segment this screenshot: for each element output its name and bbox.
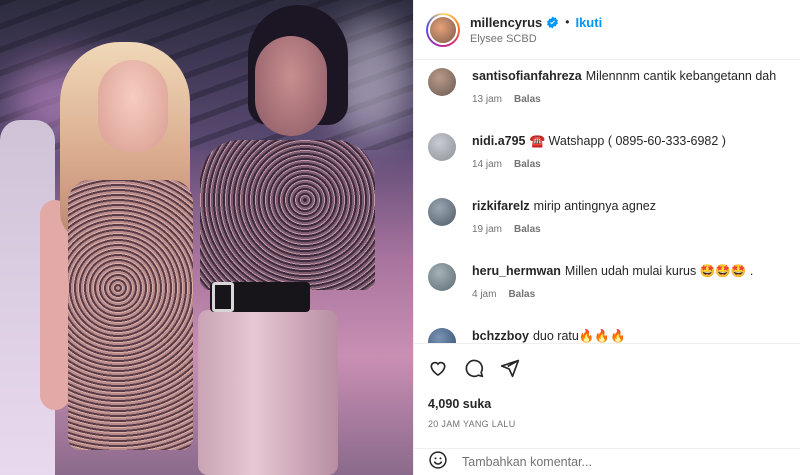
comment-age[interactable]: 14 jam	[472, 159, 502, 170]
reply-button[interactable]: Balas	[514, 224, 541, 235]
author-username[interactable]: millencyrus	[470, 15, 542, 30]
emoji-icon[interactable]	[428, 450, 448, 475]
comment-age[interactable]: 13 jam	[472, 94, 502, 105]
person-right-pants	[198, 310, 338, 475]
comment-item: heru_hermwan Millen udah mulai kurus 🤩🤩🤩 …	[428, 259, 800, 324]
comment-username[interactable]: nidi.a795	[472, 134, 526, 148]
verified-badge-icon	[546, 16, 559, 29]
comment-text: Millen udah mulai kurus 🤩🤩🤩 .	[564, 264, 754, 278]
person-left-dress	[68, 180, 193, 450]
comment-age[interactable]: 19 jam	[472, 224, 502, 235]
belt-buckle	[212, 282, 234, 312]
post-actions: 4,090 suka 20 JAM YANG LALU	[414, 343, 800, 429]
post-side-panel: millencyrus • Ikuti Elysee SCBD santisof…	[413, 0, 800, 475]
comment-text: ☎️ Watshapp ( 0895-60-333-6982 )	[529, 134, 726, 148]
comment-item: nidi.a795 ☎️ Watshapp ( 0895-60-333-6982 …	[428, 129, 800, 194]
share-icon[interactable]	[500, 358, 520, 383]
reply-button[interactable]: Balas	[514, 94, 541, 105]
comment-age[interactable]: 4 jam	[472, 289, 496, 300]
comment-username[interactable]: heru_hermwan	[472, 264, 561, 278]
comment-icon[interactable]	[464, 358, 484, 383]
commenter-avatar[interactable]	[428, 133, 456, 161]
commenter-avatar[interactable]	[428, 198, 456, 226]
commenter-avatar[interactable]	[428, 263, 456, 291]
comment-text: mirip antingnya agnez	[533, 199, 656, 213]
comments-list[interactable]: santisofianfahreza Milennnm cantik kebang…	[414, 60, 800, 343]
add-comment-bar	[414, 448, 800, 475]
reply-button[interactable]: Balas	[514, 159, 541, 170]
post-header: millencyrus • Ikuti Elysee SCBD	[414, 0, 800, 60]
person-right-face	[255, 36, 327, 136]
follow-button[interactable]: Ikuti	[575, 15, 602, 30]
post-location[interactable]: Elysee SCBD	[470, 33, 602, 45]
post-photo[interactable]	[0, 0, 413, 475]
person-left-face	[98, 60, 168, 152]
comment-username[interactable]: bchzzboy	[472, 329, 529, 343]
comment-text: Milennnm cantik kebangetann dah	[585, 69, 777, 83]
like-count[interactable]: 4,090 suka	[428, 397, 787, 411]
commenter-avatar[interactable]	[428, 328, 456, 343]
commenter-avatar[interactable]	[428, 68, 456, 96]
comment-item: rizkifarelz mirip antingnya agnez 19 jam B…	[428, 194, 800, 259]
post-timestamp[interactable]: 20 JAM YANG LALU	[428, 419, 787, 429]
comment-text: duo ratu🔥🔥🔥	[532, 329, 626, 343]
comment-item: bchzzboy duo ratu🔥🔥🔥	[428, 324, 800, 343]
author-avatar[interactable]	[426, 12, 460, 47]
comment-item: santisofianfahreza Milennnm cantik kebang…	[428, 64, 800, 129]
comment-username[interactable]: santisofianfahreza	[472, 69, 582, 83]
comment-username[interactable]: rizkifarelz	[472, 199, 530, 213]
person-left-arm	[40, 200, 70, 410]
like-icon[interactable]	[428, 358, 448, 383]
person-right-top	[200, 140, 375, 290]
comment-input[interactable]	[462, 455, 762, 469]
reply-button[interactable]: Balas	[508, 289, 535, 300]
separator-dot: •	[565, 15, 570, 29]
